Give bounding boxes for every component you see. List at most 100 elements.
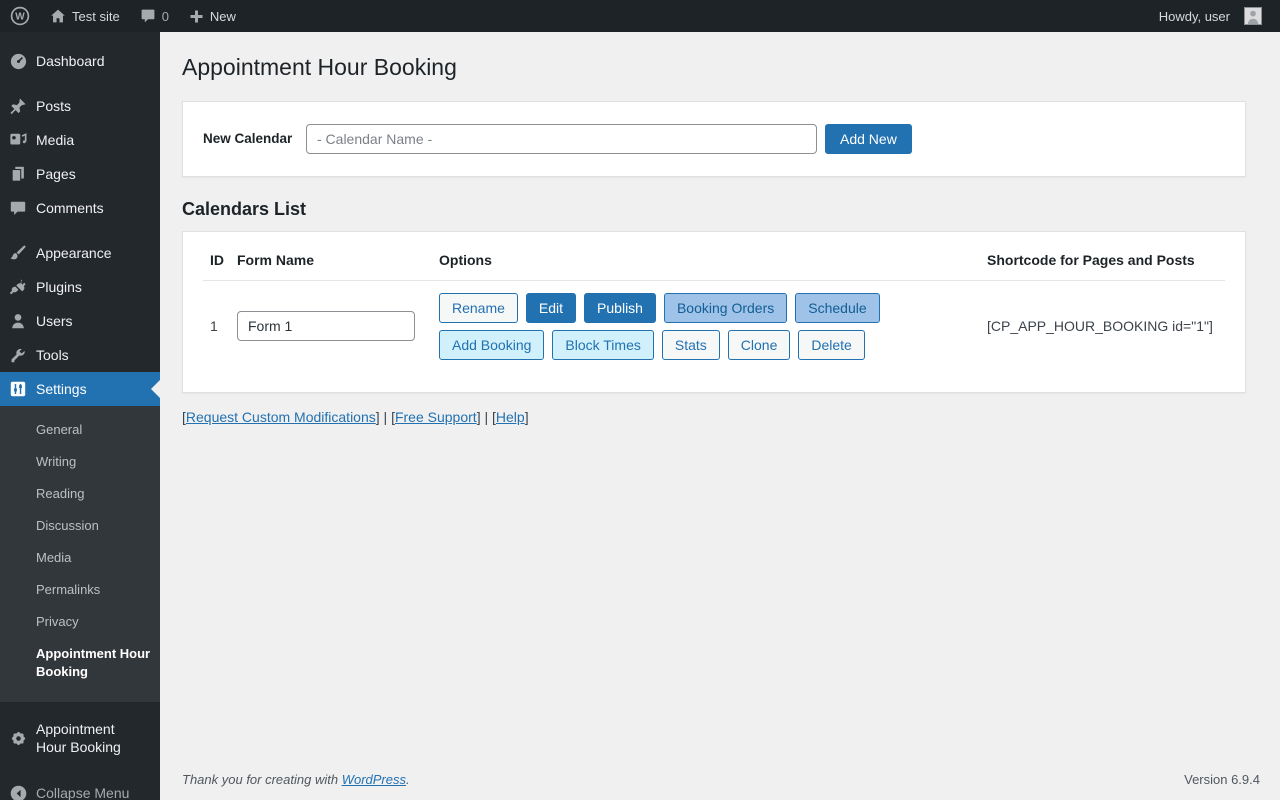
new-content-menu[interactable]: New (179, 0, 246, 32)
sidebar-item-tools[interactable]: Tools (0, 338, 160, 372)
calendars-list-heading: Calendars List (182, 199, 1246, 220)
footer-thanks: Thank you for creating with WordPress. (182, 772, 410, 787)
sidebar-item-dashboard[interactable]: Dashboard (0, 44, 160, 78)
block-times-button[interactable]: Block Times (552, 330, 653, 360)
booking-orders-button[interactable]: Booking Orders (664, 293, 787, 323)
submenu-item-appointment-hour-booking[interactable]: Appointment Hour Booking (0, 638, 160, 688)
clone-button[interactable]: Clone (728, 330, 791, 360)
user-icon (8, 311, 28, 331)
submenu-item-privacy[interactable]: Privacy (0, 606, 160, 638)
sidebar-item-users[interactable]: Users (0, 304, 160, 338)
comment-count: 0 (162, 9, 169, 24)
sidebar-item-plugins[interactable]: Plugins (0, 270, 160, 304)
shortcode-text: [CP_APP_HOUR_BOOKING id="1"] (987, 318, 1225, 334)
sidebar-item-label: Media (36, 127, 78, 153)
menu-separator (0, 225, 160, 236)
help-link[interactable]: Help (496, 409, 525, 425)
wrench-icon (8, 345, 28, 365)
sidebar-item-comments[interactable]: Comments (0, 191, 160, 225)
paintbrush-icon (8, 243, 28, 263)
sidebar-item-appearance[interactable]: Appearance (0, 236, 160, 270)
plugin-menu-section: Appointment Hour Booking Collapse Menu (0, 716, 160, 800)
wordpress-logo-icon: W (10, 6, 30, 26)
form-name-cell (237, 311, 439, 341)
page-title: Appointment Hour Booking (182, 32, 1246, 93)
home-icon (50, 8, 66, 24)
wordpress-logo-menu[interactable]: W (0, 0, 40, 32)
sidebar-item-label: Posts (36, 93, 75, 119)
new-label: New (210, 9, 236, 24)
sidebar-item-settings[interactable]: Settings (0, 372, 160, 406)
add-booking-button[interactable]: Add Booking (439, 330, 544, 360)
sidebar-item-media[interactable]: Media (0, 123, 160, 157)
form-name-input[interactable] (237, 311, 415, 341)
new-calendar-card: New Calendar Add New (182, 101, 1246, 177)
column-header-shortcode: Shortcode for Pages and Posts (987, 252, 1225, 268)
main-panel: Appointment Hour Booking New Calendar Ad… (160, 32, 1280, 764)
sidebar-item-label: Appearance (36, 240, 116, 266)
sidebar-item-pages[interactable]: Pages (0, 157, 160, 191)
request-custom-modifications-link[interactable]: Request Custom Modifications (186, 409, 376, 425)
footer-thanks-text: Thank you for creating with (182, 772, 342, 787)
calendars-table-card: ID Form Name Options Shortcode for Pages… (182, 231, 1246, 393)
collapse-menu-button[interactable]: Collapse Menu (0, 776, 160, 800)
publish-button[interactable]: Publish (584, 293, 656, 323)
collapse-arrow-icon (8, 783, 28, 800)
submenu-item-reading[interactable]: Reading (0, 478, 160, 510)
plus-icon (189, 9, 204, 24)
site-link[interactable]: Test site (40, 0, 130, 32)
sidebar-item-label: Appointment Hour Booking (36, 716, 148, 760)
footer-thanks-period: . (406, 772, 410, 787)
account-menu[interactable]: Howdy, user (1149, 0, 1272, 32)
comment-bubble-icon (140, 8, 156, 24)
edit-button[interactable]: Edit (526, 293, 576, 323)
sidebar-item-label: Plugins (36, 274, 86, 300)
sidebar-item-label: Settings (36, 376, 91, 402)
sidebar-item-label: Pages (36, 161, 80, 187)
submenu-item-permalinks[interactable]: Permalinks (0, 574, 160, 606)
plugin-links-row: [Request Custom Modifications] | [Free S… (182, 409, 1246, 425)
sidebar-item-label: Dashboard (36, 48, 109, 74)
calendar-name-input[interactable] (306, 124, 817, 154)
wordpress-link[interactable]: WordPress (342, 772, 406, 787)
submenu-item-media[interactable]: Media (0, 542, 160, 574)
options-cell: Rename Edit Publish Booking Orders Sched… (439, 293, 939, 360)
separator: | (380, 409, 391, 425)
avatar (1244, 7, 1262, 25)
menu-separator (0, 78, 160, 89)
collapse-menu-label: Collapse Menu (36, 780, 133, 800)
dashboard-gauge-icon (8, 51, 28, 71)
svg-text:W: W (15, 12, 25, 23)
pages-icon (8, 164, 28, 184)
comments-shortcut[interactable]: 0 (130, 0, 179, 32)
comments-icon (8, 198, 28, 218)
bracket: ] (525, 409, 529, 425)
admin-sidebar: Dashboard Posts Media Pages Comments (0, 32, 160, 800)
delete-button[interactable]: Delete (798, 330, 864, 360)
column-header-options: Options (439, 252, 987, 268)
plug-icon (8, 277, 28, 297)
sidebar-item-label: Comments (36, 195, 108, 221)
submenu-item-writing[interactable]: Writing (0, 446, 160, 478)
footer-version: Version 6.9.4 (1184, 772, 1260, 787)
sidebar-item-appointment-hour-booking[interactable]: Appointment Hour Booking (0, 716, 160, 760)
admin-bar: W Test site 0 New Howdy, user (0, 0, 1280, 32)
rename-button[interactable]: Rename (439, 293, 518, 323)
sidebar-item-label: Tools (36, 342, 73, 368)
new-calendar-label: New Calendar (203, 131, 306, 146)
column-header-form-name: Form Name (237, 252, 439, 268)
submenu-item-general[interactable]: General (0, 414, 160, 446)
add-new-button[interactable]: Add New (825, 124, 912, 154)
settings-sliders-icon (8, 379, 28, 399)
free-support-link[interactable]: Free Support (395, 409, 477, 425)
table-row: 1 Rename Edit Publish Booking Orders Sch… (203, 281, 1225, 360)
admin-menu: Dashboard Posts Media Pages Comments (0, 32, 160, 406)
admin-bar-left: W Test site 0 New (0, 0, 246, 32)
submenu-item-discussion[interactable]: Discussion (0, 510, 160, 542)
table-header-row: ID Form Name Options Shortcode for Pages… (203, 250, 1225, 281)
schedule-button[interactable]: Schedule (795, 293, 879, 323)
stats-button[interactable]: Stats (662, 330, 720, 360)
row-id: 1 (203, 318, 237, 334)
sidebar-item-label: Users (36, 308, 77, 334)
sidebar-item-posts[interactable]: Posts (0, 89, 160, 123)
